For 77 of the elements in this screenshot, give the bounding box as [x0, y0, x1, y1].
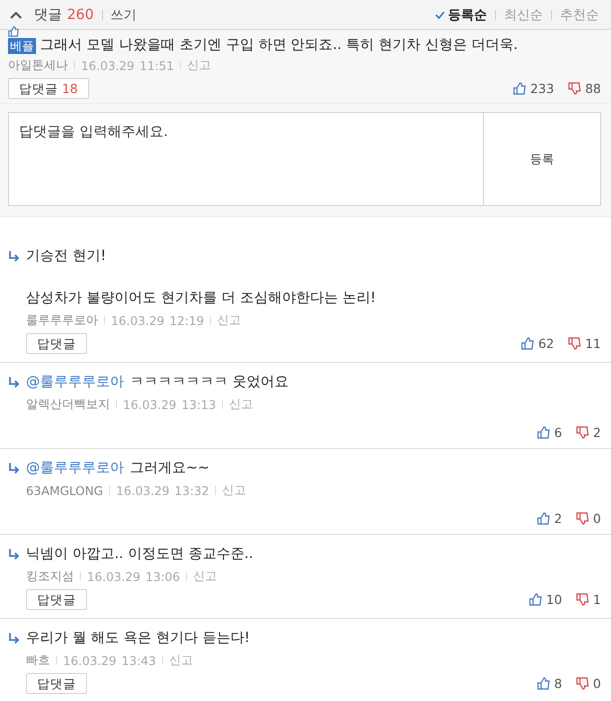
reply-text: ㅋㅋㅋㅋㅋㅋㅋ 웃었어요 — [130, 373, 288, 391]
report-link[interactable]: 신고 — [193, 568, 218, 585]
date: 16.03.29 — [123, 398, 176, 412]
thumbs-down-icon[interactable] — [576, 677, 590, 690]
mention-link[interactable]: @룰루루루로아 — [26, 373, 124, 391]
thumbs-up-icon[interactable] — [537, 677, 550, 690]
reply-arrow-icon — [8, 376, 20, 388]
author-name[interactable]: 아일톤세나 — [8, 57, 68, 74]
write-link[interactable]: 쓰기 — [110, 6, 137, 24]
report-link[interactable]: 신고 — [217, 312, 242, 329]
author-name[interactable]: 킹조지섬 — [26, 568, 74, 585]
date: 16.03.29 — [116, 484, 170, 498]
time: 12:19 — [169, 314, 204, 328]
reply-arrow-icon — [8, 632, 20, 644]
reply-arrow-icon — [8, 462, 20, 474]
author-name[interactable]: 룰루루루로아 — [26, 312, 98, 329]
dislike-count: 2 — [593, 425, 601, 440]
dislike-count: 1 — [593, 592, 601, 607]
author-name[interactable]: 63AMGLONG — [26, 484, 104, 498]
thumbs-down-icon[interactable] — [576, 593, 590, 606]
like-count: 10 — [546, 592, 562, 607]
time: 13:06 — [145, 570, 180, 584]
thumbs-up-icon[interactable] — [513, 82, 526, 95]
time: 11:51 — [139, 58, 174, 72]
comment-text: 그래서 모델 나왔을때 초기엔 구입 하면 안되죠.. 특히 현기차 신형은 더더욱. — [40, 36, 518, 54]
reply-text: 그러게요~~ — [130, 459, 210, 477]
thumbs-up-icon[interactable] — [537, 426, 550, 439]
thumbs-down-icon[interactable] — [576, 426, 590, 439]
reply-text: 우리가 뭘 해도 욕은 현기다 듣는다! — [26, 629, 250, 647]
thumbs-down-icon[interactable] — [568, 82, 582, 95]
author-name[interactable]: 빠흐 — [26, 652, 50, 669]
reply-text: 삼성차가 불량이어도 현기차를 더 조심해야한다는 논리! — [26, 289, 376, 307]
date: 16.03.29 — [63, 654, 116, 668]
report-link[interactable]: 신고 — [222, 482, 246, 499]
author-name[interactable]: 알렉산더빽보지 — [26, 396, 110, 413]
mention-link[interactable]: @룰루루루로아 — [26, 459, 124, 477]
comments-title: 댓글 — [34, 6, 62, 24]
best-badge: 베플 — [8, 38, 36, 54]
sort-option[interactable]: 등록순 — [448, 6, 487, 24]
like-count: 62 — [538, 336, 554, 351]
collapse-chevron-icon[interactable] — [10, 10, 22, 18]
reply-comments-button[interactable]: 답댓글 18 — [8, 78, 89, 99]
date: 16.03.29 — [87, 570, 140, 584]
thumbs-up-icon[interactable] — [529, 593, 542, 606]
reply-arrow-icon — [8, 548, 20, 560]
report-link[interactable]: 신고 — [169, 652, 194, 669]
time: 13:32 — [174, 484, 210, 498]
reply-text: 기승전 현기! — [26, 247, 106, 265]
report-link[interactable]: 신고 — [187, 57, 212, 74]
reply-comments-button[interactable]: 답댓글 — [26, 673, 87, 694]
reply-comments-button[interactable]: 답댓글 — [26, 333, 87, 354]
comment-count: 260 — [67, 6, 94, 22]
reply-comments-button[interactable]: 답댓글 — [26, 589, 87, 610]
dislike-count: 11 — [585, 336, 601, 351]
thumbs-down-icon[interactable] — [576, 512, 590, 525]
time: 13:13 — [181, 398, 216, 412]
like-count: 8 — [554, 676, 562, 691]
like-count: 2 — [554, 511, 562, 526]
date: 16.03.29 — [81, 58, 134, 72]
like-count: 233 — [530, 81, 554, 96]
thumbs-up-icon[interactable] — [521, 337, 534, 350]
thumbs-up-icon[interactable] — [537, 512, 550, 525]
dislike-count: 0 — [593, 511, 601, 526]
reply-arrow-icon — [8, 250, 20, 262]
dislike-count: 0 — [593, 676, 601, 691]
date: 16.03.29 — [111, 314, 164, 328]
sort-option[interactable]: 추천순 — [560, 6, 599, 24]
dislike-count: 88 — [585, 81, 601, 96]
sort-option[interactable]: 최신순 — [504, 6, 543, 24]
report-link[interactable]: 신고 — [229, 396, 254, 413]
thumbs-down-icon[interactable] — [568, 337, 582, 350]
submit-button[interactable]: 등록 — [484, 112, 601, 206]
reply-text: 닉넴이 아깝고.. 이정도면 종교수준.. — [26, 545, 254, 563]
time: 13:43 — [121, 654, 156, 668]
check-icon — [435, 10, 445, 18]
like-count: 6 — [554, 425, 562, 440]
reply-input-field[interactable]: 답댓글을 입력해주세요. — [8, 112, 484, 206]
